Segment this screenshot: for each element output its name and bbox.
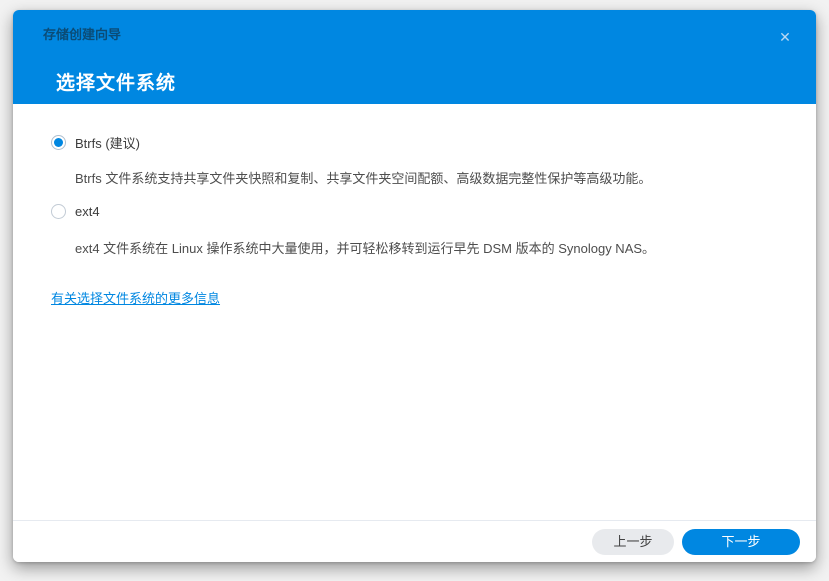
close-icon[interactable]: ✕	[776, 28, 794, 46]
radio-ext4[interactable]	[51, 204, 66, 219]
wizard-title: 存储创建向导	[43, 24, 121, 43]
option-label-btrfs: Btrfs (建议)	[75, 133, 140, 152]
page-title: 选择文件系统	[56, 68, 176, 95]
filesystem-option-btrfs[interactable]: Btrfs (建议)	[51, 134, 786, 150]
dialog-footer: 上一步 下一步	[13, 520, 816, 562]
desktop-background: 存储创建向导 ✕ 选择文件系统 Btrfs (建议) Btrfs 文件系统支持共…	[0, 0, 829, 581]
dialog-header: 存储创建向导 ✕ 选择文件系统	[13, 10, 816, 104]
more-info-link[interactable]: 有关选择文件系统的更多信息	[51, 288, 220, 307]
next-button[interactable]: 下一步	[682, 529, 800, 555]
option-description-btrfs: Btrfs 文件系统支持共享文件夹快照和复制、共享文件夹空间配额、高级数据完整性…	[75, 168, 786, 184]
option-description-ext4: ext4 文件系统在 Linux 操作系统中大量使用，并可轻松移转到运行早先 D…	[75, 238, 786, 254]
back-button[interactable]: 上一步	[592, 529, 674, 555]
storage-creation-wizard-dialog: 存储创建向导 ✕ 选择文件系统 Btrfs (建议) Btrfs 文件系统支持共…	[13, 10, 816, 562]
option-label-ext4: ext4	[75, 204, 100, 219]
radio-btrfs[interactable]	[51, 135, 66, 150]
dialog-content: Btrfs (建议) Btrfs 文件系统支持共享文件夹快照和复制、共享文件夹空…	[13, 104, 816, 307]
filesystem-option-ext4[interactable]: ext4	[51, 203, 786, 219]
